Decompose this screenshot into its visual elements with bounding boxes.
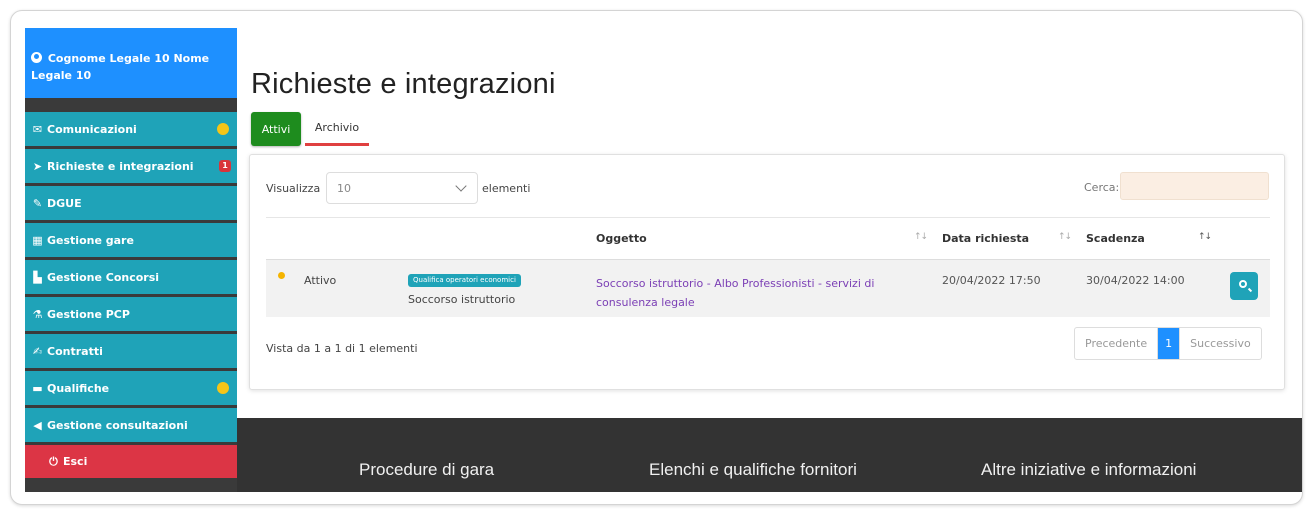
chart-icon: ▙ bbox=[33, 270, 42, 284]
sidebar-item-label: Richieste e integrazioni bbox=[47, 159, 194, 173]
footer-link-altre-iniziative[interactable]: Altre iniziative e informazioni bbox=[981, 460, 1196, 480]
tab-archivio[interactable]: Archivio bbox=[305, 112, 369, 146]
sidebar-item-label: Gestione gare bbox=[47, 233, 134, 247]
row-oggetto-link[interactable]: Soccorso istruttorio - Albo Professionis… bbox=[596, 274, 896, 312]
sidebar-item-gestione-pcp[interactable]: ⚗ Gestione PCP bbox=[25, 297, 237, 331]
footer: Procedure di gara Elenchi e qualifiche f… bbox=[237, 418, 1302, 492]
requests-table-card: Visualizza 10 elementi Cerca: Oggetto ↑↓… bbox=[249, 154, 1285, 390]
chevron-down-icon bbox=[455, 180, 467, 192]
table-header: Oggetto ↑↓ Data richiesta ↑↓ Scadenza ↑↓ bbox=[266, 217, 1270, 259]
logout-button[interactable]: ⏻ Esci bbox=[25, 445, 237, 478]
edit-icon: ✎ bbox=[32, 196, 43, 210]
power-icon: ⏻ bbox=[49, 454, 58, 468]
pagination-prev[interactable]: Precedente bbox=[1075, 328, 1157, 359]
sidebar-item-richieste[interactable]: ➤ Richieste e integrazioni 1 bbox=[25, 149, 237, 183]
folder-icon: ▬ bbox=[32, 381, 43, 395]
tab-attivi[interactable]: Attivi bbox=[251, 112, 301, 146]
paper-plane-icon: ➤ bbox=[32, 159, 43, 173]
pagination: Precedente 1 Successivo bbox=[1074, 327, 1262, 360]
page-title: Richieste e integrazioni bbox=[251, 68, 556, 100]
user-profile[interactable]: Cognome Legale 10 Nome Legale 10 bbox=[25, 28, 237, 98]
sidebar-item-comunicazioni[interactable]: ✉ Comunicazioni bbox=[25, 112, 237, 146]
row-data-richiesta: 20/04/2022 17:50 bbox=[942, 274, 1041, 287]
row-type: Soccorso istruttorio bbox=[408, 293, 516, 306]
sidebar-item-label: Gestione Concorsi bbox=[47, 270, 160, 284]
sort-desc-icon[interactable]: ↑↓ bbox=[1198, 232, 1212, 242]
notification-dot bbox=[217, 382, 229, 394]
category-badge: Qualifica operatori economici bbox=[408, 274, 521, 287]
sidebar-item-label: Gestione PCP bbox=[47, 307, 130, 321]
sidebar-item-gestione-consultazioni[interactable]: ◀ Gestione consultazioni bbox=[25, 408, 237, 442]
page-size-select[interactable]: 10 bbox=[326, 172, 478, 204]
pagination-next[interactable]: Successivo bbox=[1179, 328, 1261, 359]
sidebar-item-label: Qualifiche bbox=[47, 381, 110, 395]
row-scadenza: 30/04/2022 14:00 bbox=[1086, 274, 1185, 287]
search-icon bbox=[1239, 280, 1247, 288]
logout-label: Esci bbox=[63, 455, 88, 468]
main-content: Richieste e integrazioni Attivi Archivio… bbox=[237, 28, 1297, 418]
megaphone-icon: ◀ bbox=[33, 418, 42, 432]
sort-icon[interactable]: ↑↓ bbox=[914, 232, 928, 242]
flask-icon: ⚗ bbox=[32, 307, 43, 321]
page-size-value: 10 bbox=[337, 181, 351, 195]
sidebar-item-gestione-gare[interactable]: ▦ Gestione gare bbox=[25, 223, 237, 257]
row-status: Attivo bbox=[304, 274, 337, 287]
sidebar-item-dgue[interactable]: ✎ DGUE bbox=[25, 186, 237, 220]
page-size-label: Visualizza bbox=[266, 182, 321, 195]
app-frame: Cognome Legale 10 Nome Legale 10 ✉ Comun… bbox=[10, 10, 1303, 505]
pencil-square-icon: ✍ bbox=[32, 344, 43, 358]
user-circle-icon bbox=[31, 52, 42, 63]
envelope-icon: ✉ bbox=[32, 122, 43, 136]
count-badge: 1 bbox=[219, 160, 231, 172]
sidebar-nav: ✉ Comunicazioni ➤ Richieste e integrazio… bbox=[25, 112, 237, 481]
sidebar-item-label: Comunicazioni bbox=[47, 122, 137, 136]
search-label: Cerca: bbox=[1084, 181, 1120, 194]
column-header-oggetto[interactable]: Oggetto bbox=[596, 232, 647, 245]
column-header-data-richiesta[interactable]: Data richiesta bbox=[942, 232, 1029, 245]
sidebar-item-label: Gestione consultazioni bbox=[47, 418, 188, 432]
table-info: Vista da 1 a 1 di 1 elementi bbox=[266, 342, 418, 355]
column-header-scadenza[interactable]: Scadenza bbox=[1086, 232, 1145, 245]
footer-link-elenchi[interactable]: Elenchi e qualifiche fornitori bbox=[649, 460, 857, 480]
sort-icon[interactable]: ↑↓ bbox=[1058, 232, 1072, 242]
view-button[interactable] bbox=[1230, 272, 1258, 300]
sidebar-item-label: Contratti bbox=[47, 344, 103, 358]
footer-link-procedure[interactable]: Procedure di gara bbox=[359, 460, 494, 480]
elements-label: elementi bbox=[482, 182, 531, 195]
pagination-page-1[interactable]: 1 bbox=[1157, 328, 1180, 359]
sidebar-item-label: DGUE bbox=[47, 196, 82, 210]
notification-dot bbox=[217, 123, 229, 135]
sidebar-item-contratti[interactable]: ✍ Contratti bbox=[25, 334, 237, 368]
user-name: Cognome Legale 10 Nome Legale 10 bbox=[31, 52, 210, 82]
briefcase-icon: ▦ bbox=[32, 233, 43, 247]
sidebar-item-gestione-concorsi[interactable]: ▙ Gestione Concorsi bbox=[25, 260, 237, 294]
sidebar: Cognome Legale 10 Nome Legale 10 ✉ Comun… bbox=[25, 28, 237, 492]
search-input[interactable] bbox=[1120, 172, 1269, 200]
status-dot bbox=[278, 272, 285, 279]
table-row: Attivo Qualifica operatori economici Soc… bbox=[266, 259, 1270, 317]
sidebar-item-qualifiche[interactable]: ▬ Qualifiche bbox=[25, 371, 237, 405]
